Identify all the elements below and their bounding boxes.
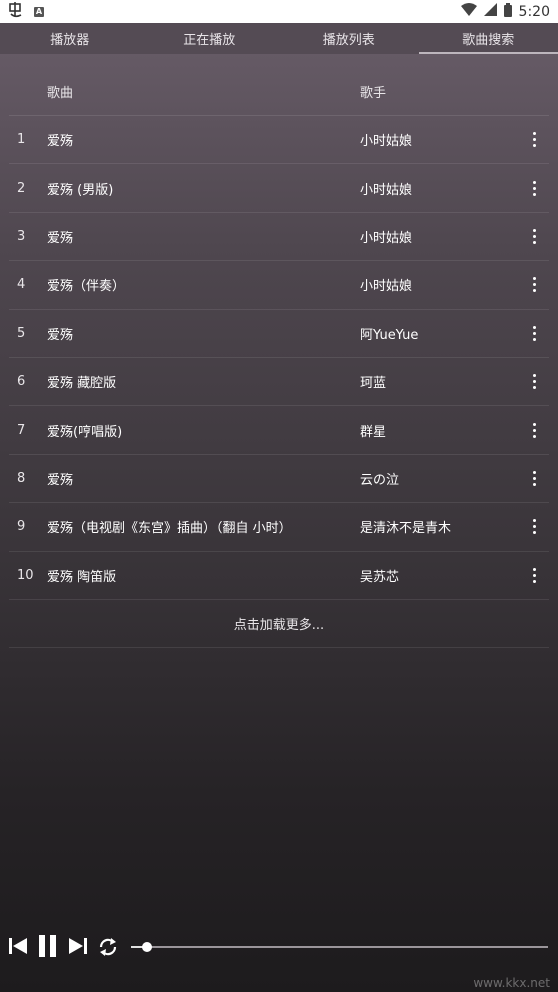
more-options-icon[interactable]: [520, 116, 549, 163]
tab-bar: 播放器 正在播放 播放列表 歌曲搜索: [0, 23, 558, 54]
song-title: 爱殇: [47, 327, 74, 343]
table-row[interactable]: 2 爱殇 (男版) 小时姑娘: [9, 164, 549, 213]
tab-player[interactable]: 播放器: [0, 23, 140, 54]
table-row[interactable]: 4 爱殇（伴奏） 小时姑娘: [9, 261, 549, 310]
repeat-icon[interactable]: [97, 936, 119, 958]
artist-name: 小时姑娘: [360, 182, 413, 198]
song-title: 爱殇(哼唱版): [47, 424, 123, 440]
song-title: 爱殇 陶笛版: [47, 569, 117, 585]
artist-name: 吴苏芯: [360, 569, 400, 585]
song-title: 爱殇 藏腔版: [47, 376, 117, 392]
tab-playlist[interactable]: 播放列表: [279, 23, 419, 54]
clock: 5:20: [518, 3, 550, 20]
more-options-icon[interactable]: [520, 406, 549, 453]
artist-name: 小时姑娘: [360, 230, 413, 246]
tab-song-search[interactable]: 歌曲搜索: [418, 23, 558, 54]
more-options-icon[interactable]: [520, 164, 549, 211]
table-row[interactable]: 10 爱殇 陶笛版 吴苏芯: [9, 552, 549, 600]
artist-name: 是清沐不是青木: [360, 521, 452, 537]
table-row[interactable]: 7 爱殇(哼唱版) 群星: [9, 406, 549, 455]
table-row[interactable]: 5 爱殇 阿YueYue: [9, 310, 549, 358]
skip-next-icon[interactable]: [68, 936, 88, 956]
table-row[interactable]: 3 爱殇 小时姑娘: [9, 213, 549, 262]
row-index: 7: [17, 422, 26, 438]
tab-now-playing[interactable]: 正在播放: [140, 23, 280, 54]
row-index: 1: [17, 132, 26, 148]
progress-track[interactable]: [146, 946, 548, 948]
row-index: 6: [17, 374, 26, 390]
status-bar: A 5:20: [0, 0, 558, 23]
battery-icon: [503, 2, 512, 21]
table-row[interactable]: 6 爱殇 藏腔版 珂蓝: [9, 358, 549, 407]
header-artist: 歌手: [360, 85, 387, 101]
more-options-icon[interactable]: [520, 552, 549, 599]
table-row[interactable]: 1 爱殇 小时姑娘: [9, 116, 549, 165]
signal-icon: [483, 3, 497, 20]
song-title: 爱殇（伴奏）: [47, 279, 126, 295]
row-index: 9: [17, 519, 26, 535]
row-index: 2: [17, 180, 26, 196]
artist-name: 云の泣: [360, 472, 400, 488]
more-options-icon[interactable]: [520, 358, 549, 405]
watermark: www.kkx.net: [473, 976, 550, 990]
a-badge-icon: A: [34, 6, 44, 17]
app-icon: [8, 1, 24, 22]
song-title: 爱殇: [47, 134, 74, 150]
song-title: 爱殇 (男版): [47, 182, 114, 198]
artist-name: 群星: [360, 424, 387, 440]
row-index: 4: [17, 277, 26, 293]
artist-name: 小时姑娘: [360, 279, 413, 295]
song-title: 爱殇（电视剧《东宫》插曲）（翻自 小时）: [47, 521, 292, 537]
artist-name: 珂蓝: [360, 376, 387, 392]
row-index: 10: [17, 567, 34, 583]
progress-thumb[interactable]: [142, 942, 152, 952]
wifi-icon: [460, 3, 477, 20]
row-index: 5: [17, 325, 26, 341]
table-header: 歌曲 歌手: [9, 67, 549, 116]
header-song: 歌曲: [47, 85, 74, 101]
row-index: 8: [17, 470, 26, 486]
skip-previous-icon[interactable]: [8, 936, 28, 956]
status-bar-left: A: [8, 1, 44, 22]
more-options-icon[interactable]: [520, 261, 549, 308]
more-options-icon[interactable]: [520, 455, 549, 502]
song-title: 爱殇: [47, 230, 74, 246]
table-row[interactable]: 9 爱殇（电视剧《东宫》插曲）（翻自 小时） 是清沐不是青木: [9, 503, 549, 552]
more-options-icon[interactable]: [520, 213, 549, 260]
artist-name: 阿YueYue: [360, 327, 419, 343]
search-results-table: 歌曲 歌手 1 爱殇 小时姑娘 2 爱殇 (男版) 小时姑娘 3 爱殇 小时姑娘…: [9, 67, 549, 648]
load-more-button[interactable]: 点击加载更多...: [9, 600, 549, 648]
more-options-icon[interactable]: [520, 310, 549, 357]
song-title: 爱殇: [47, 472, 74, 488]
table-row[interactable]: 8 爱殇 云の泣: [9, 455, 549, 504]
status-bar-right: 5:20: [460, 2, 550, 21]
pause-icon[interactable]: [38, 935, 58, 957]
artist-name: 小时姑娘: [360, 134, 413, 150]
more-options-icon[interactable]: [520, 503, 549, 550]
header-spacer: [520, 67, 549, 115]
row-index: 3: [17, 228, 26, 244]
